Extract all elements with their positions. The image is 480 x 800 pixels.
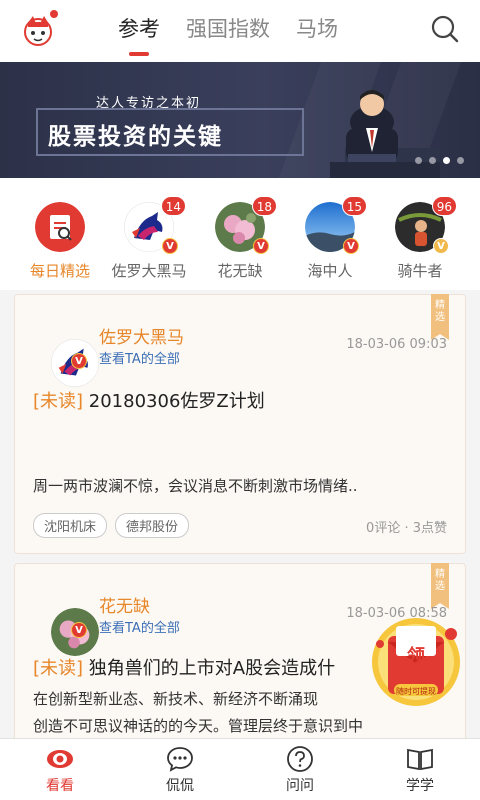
author-name[interactable]: 佐罗大黑马: [99, 323, 184, 348]
post-card[interactable]: 精选 V 佐罗大黑马 查看TA的全部 18-03-06 09:03 [未读] 2…: [14, 294, 466, 554]
top-tabs: 参考 强国指数 马场: [118, 14, 338, 56]
envelope-label: 领: [407, 646, 425, 667]
speaker-illustration: [330, 90, 440, 178]
bottom-tab-ask[interactable]: 问问: [240, 739, 360, 800]
bottom-nav: 看看 侃侃 问问 学学: [0, 738, 480, 800]
featured-ribbon: 精选: [431, 294, 449, 340]
unread-count-badge: 15: [341, 196, 367, 216]
story-label: 骑牛者: [397, 262, 443, 280]
post-stats: 0评论 · 3点赞: [366, 521, 447, 536]
author-avatar[interactable]: V: [33, 317, 99, 387]
bottom-tab-label: 学学: [406, 778, 434, 794]
story-label: 每日精选: [29, 262, 90, 280]
verified-icon: V: [71, 353, 87, 369]
story-author[interactable]: 15 V 海中人: [290, 196, 370, 281]
verified-icon: V: [71, 622, 87, 638]
story-label: 花无缺: [217, 262, 263, 280]
app-logo-icon[interactable]: [20, 10, 58, 48]
story-author[interactable]: 18 V 花无缺: [200, 196, 280, 281]
verified-icon: V: [433, 238, 449, 254]
bottom-tab-label: 看看: [46, 778, 74, 794]
post-timestamp: 18-03-06 09:03: [346, 337, 447, 352]
book-icon: [406, 745, 434, 773]
story-author[interactable]: 14 V 佐罗大黑马: [109, 196, 189, 281]
page-dot[interactable]: [457, 157, 464, 164]
stock-tag[interactable]: 沈阳机床: [33, 513, 108, 538]
bottom-tab-look[interactable]: 看看: [0, 739, 120, 800]
unread-count-badge: 14: [160, 196, 186, 216]
featured-authors-row: 每日精选 14 V 佐罗大黑马 18 V 花无缺 15 V 海中人 96 V 骑…: [0, 178, 480, 290]
chat-icon: [166, 745, 194, 773]
envelope-sub: 随时可提现: [396, 687, 436, 696]
tab-index[interactable]: 强国指数: [186, 14, 270, 48]
question-icon: [286, 745, 314, 773]
bottom-tab-label: 侃侃: [166, 778, 194, 794]
view-all-link[interactable]: 查看TA的全部: [99, 348, 180, 367]
banner-page-dots: [415, 157, 464, 164]
post-title-text: 20180306佐罗Z计划: [88, 391, 265, 412]
story-label: 海中人: [307, 262, 353, 280]
unread-label: [未读]: [33, 658, 84, 679]
tab-horse-field[interactable]: 马场: [296, 14, 338, 48]
unread-count-badge: 96: [431, 196, 457, 216]
view-all-link[interactable]: 查看TA的全部: [99, 617, 180, 636]
bottom-tab-chat[interactable]: 侃侃: [120, 739, 240, 800]
page-dot[interactable]: [415, 157, 422, 164]
post-title-text: 独角兽们的上市对A股会造成什: [88, 658, 336, 679]
daily-picks-icon: [35, 202, 85, 252]
search-icon[interactable]: [430, 14, 460, 44]
red-envelope-button[interactable]: 领 随时可提现: [366, 612, 466, 708]
page-dot[interactable]: [429, 157, 436, 164]
notification-dot: [50, 10, 58, 18]
unread-count-badge: 18: [251, 196, 277, 216]
story-label: 佐罗大黑马: [111, 262, 187, 280]
story-author[interactable]: 96 V 骑牛者: [380, 196, 460, 281]
post-title[interactable]: [未读] 独角兽们的上市对A股会造成什: [33, 654, 335, 680]
unread-label: [未读]: [33, 391, 84, 412]
stock-tag[interactable]: 德邦股份: [115, 513, 190, 538]
eye-icon: [46, 745, 74, 773]
tab-reference[interactable]: 参考: [118, 14, 160, 56]
post-body-line: 创造不可思议神话的的今天。管理层终于意识到中: [33, 717, 364, 735]
stock-tags: 沈阳机床 德邦股份: [33, 513, 190, 538]
bottom-tab-label: 问问: [286, 778, 314, 794]
verified-icon: V: [343, 238, 359, 254]
verified-icon: V: [253, 238, 269, 254]
post-title[interactable]: [未读] 20180306佐罗Z计划: [33, 387, 265, 413]
post-summary: 周一两市波澜不惊，会议消息不断刺激市场情绪..: [33, 477, 358, 495]
author-avatar[interactable]: V: [33, 586, 99, 656]
verified-icon: V: [162, 238, 178, 254]
app-root: 参考 强国指数 马场 达人专访之本初 股票投资的关键 每日精选 14 V 佐罗大…: [0, 0, 480, 800]
page-dot-active[interactable]: [443, 157, 450, 164]
featured-ribbon: 精选: [431, 563, 449, 609]
banner-carousel[interactable]: 达人专访之本初 股票投资的关键: [0, 62, 480, 178]
story-daily-picks[interactable]: 每日精选: [20, 202, 100, 281]
top-nav: 参考 强国指数 马场: [0, 0, 480, 62]
author-name[interactable]: 花无缺: [99, 592, 150, 617]
bottom-tab-learn[interactable]: 学学: [360, 739, 480, 800]
